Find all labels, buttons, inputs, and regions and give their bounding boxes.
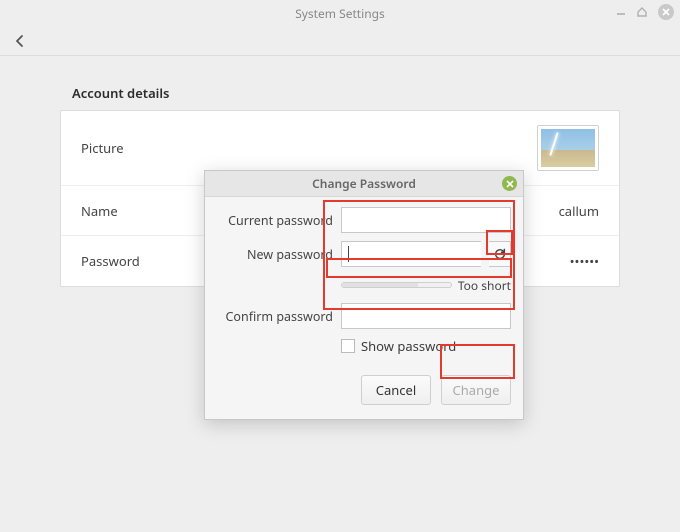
new-password-row: New password (217, 241, 511, 267)
dialog-body: Current password New password Too short (205, 197, 523, 419)
strength-row: Too short (341, 275, 511, 295)
confirm-password-row: Confirm password (217, 303, 511, 329)
change-password-dialog: Change Password Current password New pas… (204, 170, 524, 420)
window-title: System Settings (295, 5, 385, 22)
generate-password-button[interactable] (489, 241, 511, 267)
new-password-input[interactable] (341, 241, 481, 267)
show-password-checkbox[interactable] (341, 339, 355, 353)
text-cursor (348, 246, 349, 262)
current-password-label: Current password (217, 212, 333, 229)
current-password-row: Current password (217, 207, 511, 233)
maximize-icon[interactable] (636, 6, 648, 18)
window-controls (616, 4, 674, 20)
refresh-icon (493, 247, 507, 261)
dialog-close-icon[interactable] (502, 176, 517, 191)
change-button[interactable]: Change (441, 375, 511, 405)
picture-label: Picture (81, 139, 537, 157)
avatar-image (541, 129, 595, 167)
window-titlebar: System Settings (0, 0, 680, 26)
confirm-password-label: Confirm password (217, 308, 333, 325)
password-value[interactable]: •••••• (570, 252, 599, 270)
show-password-row: Show password (341, 337, 511, 355)
section-title: Account details (72, 84, 620, 102)
avatar-button[interactable] (537, 125, 599, 171)
current-password-input[interactable] (341, 207, 511, 233)
password-strength-meter (341, 282, 452, 288)
cancel-button[interactable]: Cancel (361, 375, 431, 405)
dialog-actions: Cancel Change (217, 375, 511, 405)
show-password-label: Show password (361, 337, 456, 355)
confirm-password-input[interactable] (341, 303, 511, 329)
toolbar (0, 26, 680, 56)
new-password-label: New password (217, 246, 333, 263)
name-value[interactable]: callum (559, 202, 599, 220)
back-button[interactable] (10, 31, 30, 51)
close-icon[interactable] (658, 4, 674, 20)
password-strength-label: Too short (458, 277, 511, 294)
minimize-icon[interactable] (616, 7, 626, 17)
dialog-titlebar: Change Password (205, 171, 523, 197)
dialog-title: Change Password (312, 175, 416, 192)
